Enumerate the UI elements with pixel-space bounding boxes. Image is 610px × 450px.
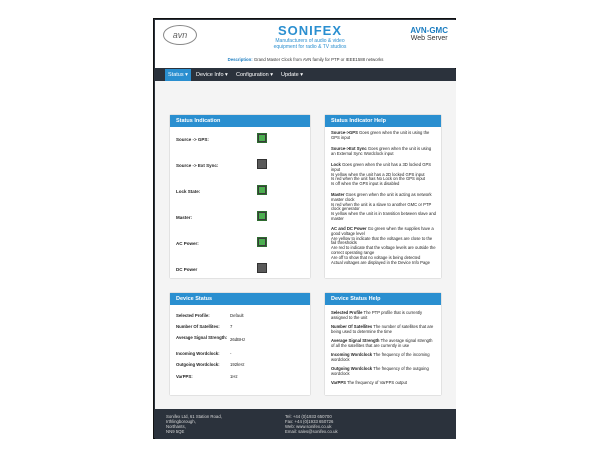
ds-value: - (230, 351, 232, 356)
main-content: Status Indication Source -> GPS: Source … (155, 81, 456, 409)
help-paragraph: Source->Ext Sync Goes green when the uni… (331, 146, 432, 156)
ds-label: Number Of Satellites: (176, 324, 220, 329)
product-model: AVN-GMC (410, 26, 448, 35)
ds-value: 192kHz (230, 362, 245, 367)
status-led-ext-sync (257, 159, 267, 169)
main-nav: Status ▾ Device Info ▾ Configuration ▾ U… (155, 69, 456, 81)
help-paragraph: Incoming Wordclock The frequency of the … (331, 352, 430, 362)
help-paragraph: Master Goes green when the unit is actin… (331, 192, 436, 221)
nav-configuration[interactable]: Configuration ▾ (233, 69, 276, 81)
ds-label: Outgoing Wordclock: (176, 362, 220, 367)
help-paragraph: Lock Goes green when the unit has a 3D l… (331, 162, 432, 187)
description-label: Description: (227, 57, 253, 62)
product-subtitle: Web Server (410, 35, 448, 42)
status-label: AC Power: (176, 241, 199, 246)
nav-device-info[interactable]: Device Info ▾ (193, 69, 231, 81)
panel-title: Device Status Help (325, 293, 441, 305)
status-help-panel: Status Indicator Help Source->GPS Goes g… (325, 115, 441, 278)
status-label: Source -> GPS: (176, 137, 209, 142)
ds-label: Incoming Wordclock: (176, 351, 220, 356)
web-server-frame: avn SONIFEX Manufacturers of audio & vid… (153, 18, 456, 439)
brand-tagline-2: equipment for radio & TV studios (273, 44, 347, 50)
ds-label: Average Signal Strength: (176, 335, 228, 340)
device-status-panel: Device Status Selected Profile: Default … (170, 293, 310, 395)
status-label: Source -> Ext Sync: (176, 163, 219, 168)
description: Description: Grand Master Clock from AVN… (155, 57, 456, 62)
status-led-ac-power (257, 237, 267, 247)
ds-value: 26dBHz (230, 337, 246, 342)
avn-logo: avn (163, 25, 197, 45)
panel-title: Status Indicator Help (325, 115, 441, 127)
status-led-gps (257, 133, 267, 143)
device-help-panel: Device Status Help Selected Profile The … (325, 293, 441, 395)
sonifex-brand: SONIFEX Manufacturers of audio & video e… (270, 23, 350, 50)
nav-status[interactable]: Status ▾ (165, 69, 191, 81)
status-indication-panel: Status Indication Source -> GPS: Source … (170, 115, 310, 278)
footer-email-link[interactable]: Email: sales@sonifex.co.uk (285, 429, 338, 434)
help-paragraph: AC and DC Power Go green when the suppli… (331, 226, 436, 265)
panel-title: Device Status (170, 293, 310, 305)
footer: Sonifex Ltd, 61 Station Road, Irthlingbo… (155, 409, 456, 439)
status-label: Master: (176, 215, 193, 220)
nav-update[interactable]: Update ▾ (278, 69, 306, 81)
status-led-master (257, 211, 267, 221)
panel-title: Status Indication (170, 115, 310, 127)
help-paragraph: Average Signal Strength The average sign… (331, 338, 433, 348)
help-paragraph: Outgoing Wordclock The frequency of the … (331, 366, 429, 376)
ds-value: 1Hz (230, 374, 238, 379)
ds-value: Default (230, 313, 244, 318)
status-label: DC Power (176, 267, 198, 272)
footer-address: Sonifex Ltd, 61 Station Road, Irthlingbo… (166, 414, 222, 434)
help-paragraph: Source->GPS Goes green when the unit is … (331, 130, 430, 140)
help-paragraph: Number Of Satellites The number of satel… (331, 324, 434, 334)
brand-name: SONIFEX (277, 23, 343, 38)
header: avn SONIFEX Manufacturers of audio & vid… (155, 20, 456, 68)
status-label: Lock State: (176, 189, 201, 194)
ds-value: 7 (230, 324, 233, 329)
ds-label: VarPPS: (176, 374, 193, 379)
help-paragraph: Selected Profile The PTP profile that is… (331, 310, 423, 320)
description-text: Grand Master Clock from AVN family for P… (253, 57, 384, 62)
help-paragraph: VarPPS The frequency of VarPPS output (331, 380, 407, 385)
footer-contact: Tel: +44 (0)1933 650700 Fax: +44 (0)1933… (285, 414, 338, 434)
ds-label: Selected Profile: (176, 313, 210, 318)
status-led-lock (257, 185, 267, 195)
product-title: AVN-GMC Web Server (410, 26, 448, 42)
status-led-dc-power (257, 263, 267, 273)
